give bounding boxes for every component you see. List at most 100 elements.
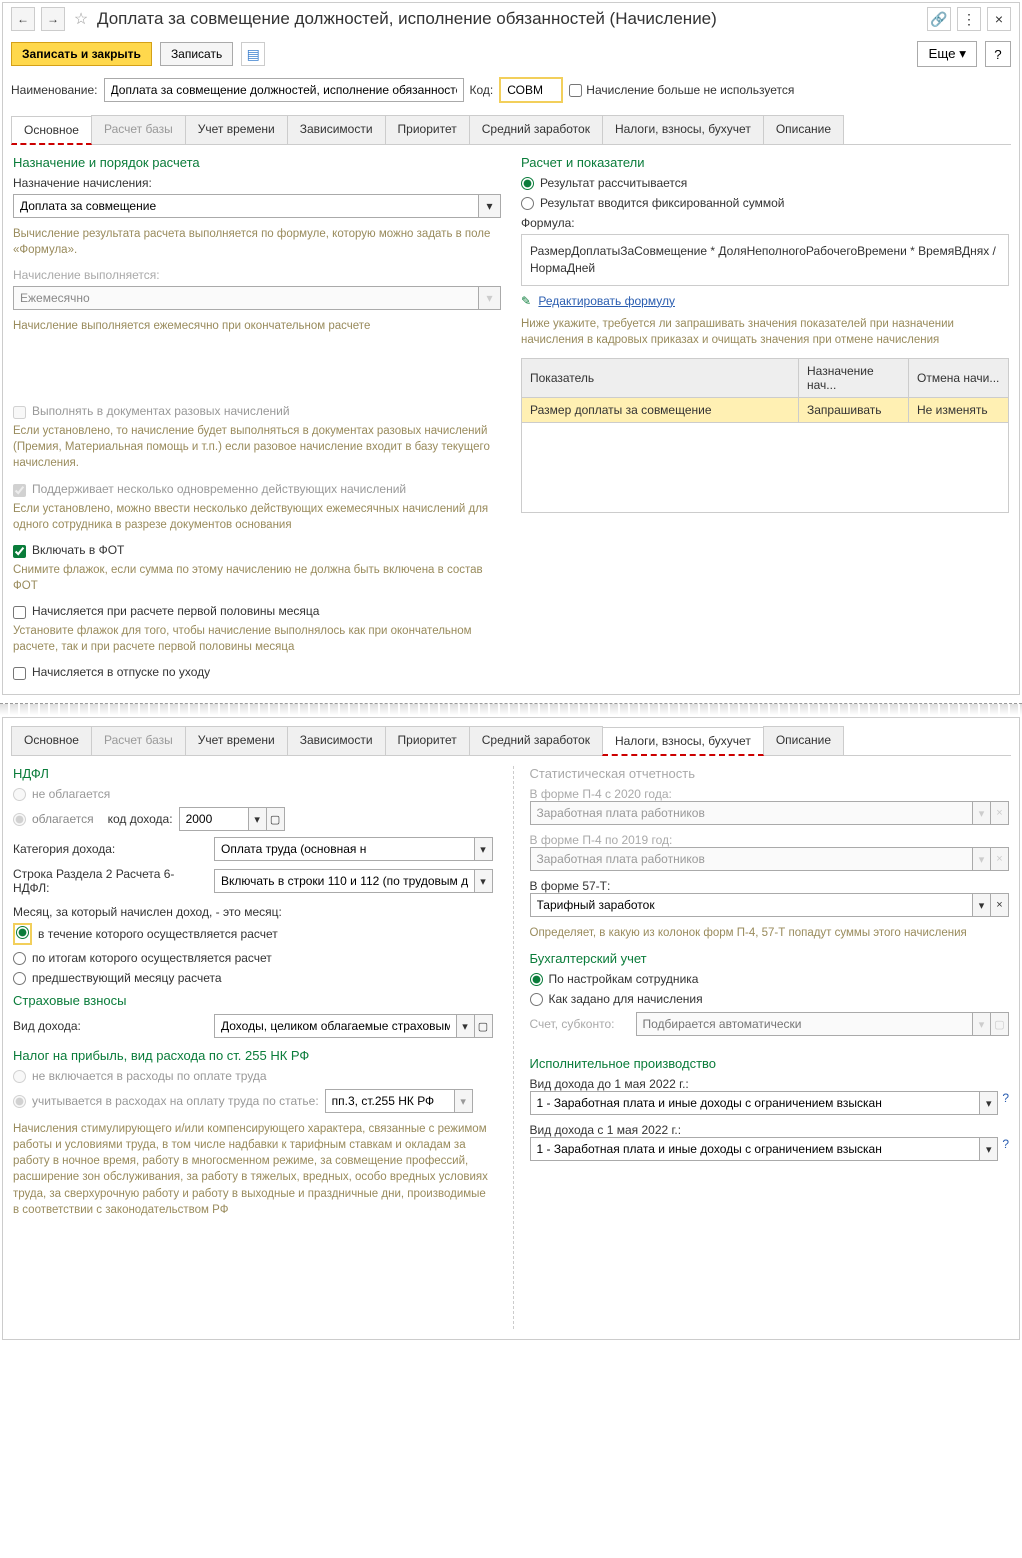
- tab-desc[interactable]: Описание: [763, 115, 844, 144]
- p4-2019: [530, 847, 974, 871]
- section-ndfl: НДФЛ: [13, 766, 493, 781]
- row6-select[interactable]: [214, 869, 475, 893]
- tabs-main: Основное Расчет базы Учет времени Зависи…: [11, 115, 1011, 145]
- cb-leave[interactable]: [13, 667, 26, 680]
- table-row[interactable]: Размер доплаты за совмещение Запрашивать…: [522, 397, 1009, 422]
- pencil-icon: ✎: [521, 294, 531, 308]
- help-button[interactable]: ?: [985, 41, 1011, 67]
- tab2-dep[interactable]: Зависимости: [287, 726, 386, 755]
- cb-fot[interactable]: [13, 545, 26, 558]
- nav-forward-button[interactable]: →: [41, 7, 65, 31]
- section-ins: Страховые взносы: [13, 993, 493, 1008]
- section-profit: Налог на прибыль, вид расхода по ст. 255…: [13, 1048, 493, 1063]
- tabs-secondary: Основное Расчет базы Учет времени Зависи…: [11, 726, 1011, 756]
- section-acc: Бухгалтерский учет: [530, 951, 1010, 966]
- radio-m1[interactable]: [16, 926, 29, 939]
- chevron-down-icon: ▾: [959, 46, 966, 61]
- tab2-prio[interactable]: Приоритет: [385, 726, 470, 755]
- th-indicator[interactable]: Показатель: [522, 358, 799, 397]
- tx-article[interactable]: [325, 1089, 455, 1113]
- radio-m2[interactable]: [13, 952, 26, 965]
- save-button[interactable]: Записать: [160, 42, 233, 66]
- cb-once: [13, 406, 26, 419]
- acc-input: [636, 1012, 974, 1036]
- e1-help[interactable]: ?: [1002, 1091, 1009, 1115]
- exec-after[interactable]: [530, 1137, 981, 1161]
- tab2-tax[interactable]: Налоги, взносы, бухучет: [602, 727, 764, 756]
- tab-prio[interactable]: Приоритет: [385, 115, 470, 144]
- assign-dropdown-btn[interactable]: ▾: [479, 194, 501, 218]
- radio-acc2[interactable]: [530, 993, 543, 1006]
- section-calc: Расчет и показатели: [521, 155, 1009, 170]
- save-close-button[interactable]: Записать и закрыть: [11, 42, 152, 66]
- row6-dd[interactable]: ▾: [475, 869, 493, 893]
- tab-dep[interactable]: Зависимости: [287, 115, 386, 144]
- th-cancel[interactable]: Отмена начи...: [909, 358, 1009, 397]
- menu-icon[interactable]: ⋮: [957, 7, 981, 31]
- tab-tax[interactable]: Налоги, взносы, бухучет: [602, 115, 764, 144]
- income-code[interactable]: [179, 807, 249, 831]
- assign-label: Назначение начисления:: [13, 176, 501, 190]
- tab-avg[interactable]: Средний заработок: [469, 115, 603, 144]
- e2-help[interactable]: ?: [1002, 1137, 1009, 1161]
- radio-m3[interactable]: [13, 972, 26, 985]
- tab2-time[interactable]: Учет времени: [185, 726, 288, 755]
- code-dd[interactable]: ▾: [249, 807, 267, 831]
- code-label: Код:: [470, 83, 494, 97]
- help-formula: Вычисление результата расчета выполняетс…: [13, 226, 501, 258]
- tab-time[interactable]: Учет времени: [185, 115, 288, 144]
- exec-label: Начисление выполняется:: [13, 268, 501, 282]
- not-used-checkbox[interactable]: Начисление больше не используется: [569, 83, 794, 97]
- ins-dd[interactable]: ▾: [457, 1014, 475, 1038]
- tab-main[interactable]: Основное: [11, 116, 92, 145]
- radio-calc-fixed[interactable]: [521, 197, 534, 210]
- cb-half[interactable]: [13, 606, 26, 619]
- cat-select[interactable]: [214, 837, 475, 861]
- p4-2020: [530, 801, 974, 825]
- section-exec: Исполнительное производство: [530, 1056, 1010, 1071]
- indicators-table: Показатель Назначение нач... Отмена начи…: [521, 358, 1009, 513]
- tab2-avg[interactable]: Средний заработок: [469, 726, 603, 755]
- ins-select[interactable]: [214, 1014, 457, 1038]
- formula-label: Формула:: [521, 216, 1009, 230]
- tab2-desc[interactable]: Описание: [763, 726, 844, 755]
- name-input[interactable]: [104, 78, 464, 102]
- tab2-main[interactable]: Основное: [11, 726, 92, 755]
- report-button[interactable]: ▤: [241, 42, 265, 66]
- tx-dd[interactable]: ▾: [455, 1089, 473, 1113]
- f57-select[interactable]: [530, 893, 974, 917]
- formula-box: РазмерДоплатыЗаСовмещение * ДоляНеполног…: [521, 234, 1009, 286]
- cb-multi: [13, 484, 26, 497]
- code-input[interactable]: [501, 79, 561, 101]
- exec-dropdown-btn: ▾: [479, 286, 501, 310]
- code-open[interactable]: ▢: [267, 807, 285, 831]
- section-assign: Назначение и порядок расчета: [13, 155, 501, 170]
- exec-before[interactable]: [530, 1091, 981, 1115]
- f57-clear[interactable]: ×: [991, 893, 1009, 917]
- radio-calc-auto[interactable]: [521, 177, 534, 190]
- f57-dd[interactable]: ▾: [973, 893, 991, 917]
- cat-dd[interactable]: ▾: [475, 837, 493, 861]
- tab-base[interactable]: Расчет базы: [91, 115, 186, 144]
- radio-tx2: [13, 1095, 26, 1108]
- e2-dd[interactable]: ▾: [980, 1137, 998, 1161]
- name-label: Наименование:: [11, 83, 98, 97]
- assign-select[interactable]: [13, 194, 479, 218]
- exec-select: [13, 286, 479, 310]
- more-button[interactable]: Еще ▾: [917, 41, 977, 67]
- link-icon[interactable]: 🔗: [927, 7, 951, 31]
- nav-back-button[interactable]: ←: [11, 7, 35, 31]
- favorite-star-icon[interactable]: ☆: [71, 9, 91, 29]
- radio-acc1[interactable]: [530, 973, 543, 986]
- section-stat: Статистическая отчетность: [530, 766, 1010, 781]
- e1-dd[interactable]: ▾: [980, 1091, 998, 1115]
- radio-tx1: [13, 1070, 26, 1083]
- tab2-base[interactable]: Расчет базы: [91, 726, 186, 755]
- th-assign[interactable]: Назначение нач...: [799, 358, 909, 397]
- page-title: Доплата за совмещение должностей, исполн…: [97, 9, 921, 29]
- ins-open[interactable]: ▢: [475, 1014, 493, 1038]
- edit-formula-link[interactable]: Редактировать формулу: [538, 294, 675, 308]
- radio-tax: [13, 813, 26, 826]
- close-icon[interactable]: ×: [987, 7, 1011, 31]
- radio-no-tax: [13, 788, 26, 801]
